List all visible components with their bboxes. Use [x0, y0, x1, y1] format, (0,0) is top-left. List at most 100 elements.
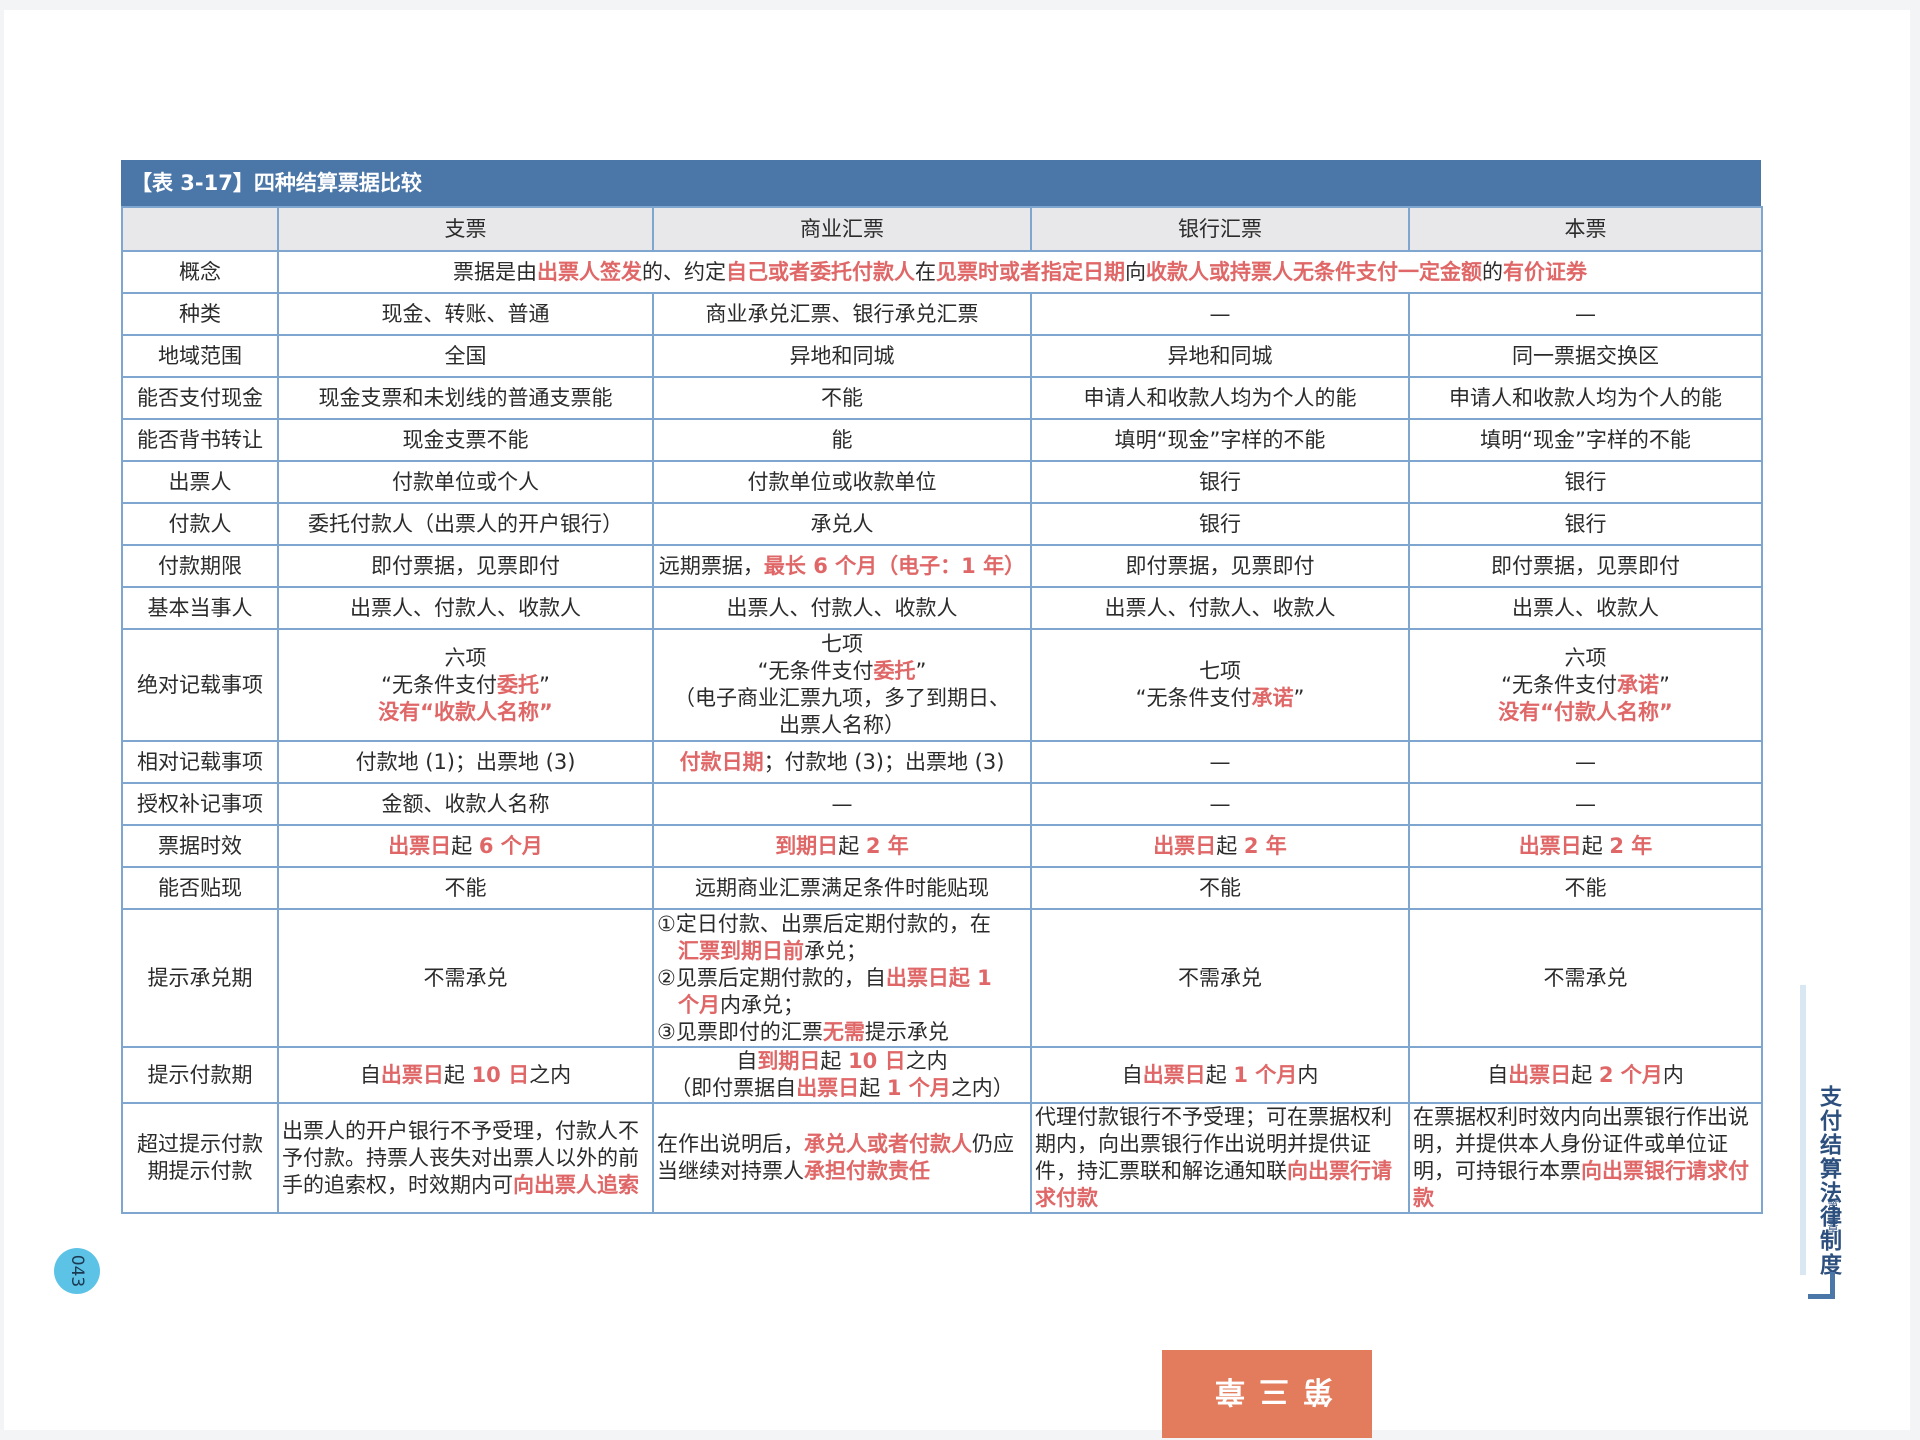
cell-commercial-draft: —	[652, 782, 1032, 826]
cell-text: 银行	[1564, 511, 1607, 536]
cell-text: 即付票据，见票即付	[1491, 553, 1680, 578]
cell-text: 申请人和收款人均为个人的能	[1449, 385, 1722, 410]
cell-bank-draft: 出票人、付款人、收款人	[1030, 586, 1410, 630]
cell-text: 在	[915, 259, 936, 284]
cell-text: 即付票据，见票即付	[371, 553, 560, 578]
highlight-text: 1 个月	[1233, 1062, 1298, 1087]
cell-commercial-draft: 在作出说明后，承兑人或者付款人仍应当继续对持票人承担付款责任	[652, 1102, 1032, 1214]
cell-text: 付款单位或收款单位	[747, 469, 937, 494]
row-label-concept: 概念	[121, 250, 279, 294]
highlight-text: 没有“收款人名称”	[378, 699, 553, 724]
cell-bank-draft: 银行	[1030, 460, 1410, 504]
highlight-text: 2 个月	[1598, 1062, 1663, 1087]
cell-commercial-draft: 异地和同城	[652, 334, 1032, 378]
cell-text: ”	[1293, 686, 1305, 710]
cell-text: 承兑人	[810, 511, 874, 536]
cell-bank-draft: —	[1030, 740, 1410, 784]
cell-text: 之内）	[950, 1076, 1014, 1100]
cell-commercial-draft: 不能	[652, 376, 1032, 420]
table-row: 付款人 委托付款人（出票人的开户银行） 承兑人 银行 银行	[121, 502, 1763, 546]
cell-cheque: 付款单位或个人	[277, 460, 654, 504]
cell-commercial-draft: 能	[652, 418, 1032, 462]
cell-bank-draft: 七项 “无条件支付承诺”	[1030, 628, 1410, 742]
cell-text	[657, 939, 678, 963]
cell-text: ”	[1659, 672, 1670, 697]
cell-promissory-note: 在票据权利时效内向出票银行作出说明，并提供本人身份证件或单位证明，可持银行本票向…	[1408, 1102, 1763, 1214]
highlight-text: 向出票人追索	[513, 1172, 639, 1197]
highlight-text: 付款日期	[679, 749, 764, 774]
table-row: 种类 现金、转账、普通 商业承兑汇票、银行承兑汇票 — —	[121, 292, 1763, 336]
page: 【表 3-17】四种结算票据比较 支票 商业汇票 银行汇票 本票 概念 票据是由…	[4, 10, 1910, 1438]
cell-text: （即付票据自	[670, 1076, 797, 1100]
header-cell-commercial-draft: 商业汇票	[652, 206, 1032, 252]
cell-text: “无条件支付	[1501, 672, 1617, 697]
row-label: 能否支付现金	[121, 376, 279, 420]
cell-text: 的、约定	[642, 259, 726, 284]
page-number: 043	[54, 1248, 100, 1294]
cell-text: 起	[443, 1062, 472, 1087]
cell-text: 不需承兑	[423, 965, 508, 990]
highlight-text: 出票日起 1	[885, 965, 992, 990]
cell-promissory-note: 填明“现金”字样的不能	[1408, 418, 1763, 462]
table-row: 超过提示付款 期提示付款 出票人的开户银行不予受理，付款人不予付款。持票人丧失对出票…	[121, 1102, 1763, 1214]
cell-cheque: 出票人、付款人、收款人	[277, 586, 654, 630]
row-label: 能否背书转让	[121, 418, 279, 462]
highlight-text: 出票日	[1518, 833, 1582, 858]
row-label: 相对记载事项	[121, 740, 279, 784]
row-label: 出票人	[121, 460, 279, 504]
cell-text: 不能	[1564, 875, 1607, 900]
cell-text: 远期商业汇票满足条件时能贴现	[695, 875, 989, 900]
corner-bracket-icon	[1808, 1272, 1835, 1299]
cell-text: 之内	[905, 1049, 948, 1073]
cell-promissory-note: 银行	[1408, 460, 1763, 504]
cell-text: —	[1575, 791, 1596, 816]
row-label: 票据时效	[121, 824, 279, 868]
cell-text: ③见票即付的汇票	[657, 1019, 823, 1044]
table-row: 票据时效 出票日起 6 个月 到期日起 2 年出票日起 2 年出票日起 2 年	[121, 824, 1763, 868]
table-row: 付款期限 即付票据，见票即付 远期票据，最长 6 个月（电子：1 年） 即付票据，见票…	[121, 544, 1763, 588]
highlight-text: 出票日	[1142, 1062, 1206, 1087]
cell-text: 自	[1121, 1062, 1143, 1087]
cell-text: 现金支票和未划线的普通支票能	[318, 385, 613, 410]
cell-text: —	[1209, 791, 1231, 816]
table-row: 地域范围 全国 异地和同城 异地和同城 同一票据交换区	[121, 334, 1763, 378]
cell-text: 现金支票不能	[402, 427, 529, 452]
side-chapter-subtitle: 第三章	[1826, 1200, 1839, 1233]
highlight-text: 汇票到期日前	[678, 938, 804, 963]
cell-text: 委托付款人（出票人的开户银行）	[308, 511, 623, 536]
table-title: 【表 3-17】四种结算票据比较	[121, 160, 1761, 206]
cell-text: “无条件支付	[1135, 686, 1252, 710]
cell-text: —	[831, 791, 853, 816]
cell-text: —	[1575, 301, 1596, 326]
cell-text: 申请人和收款人均为个人的能	[1083, 385, 1357, 410]
highlight-text: 出票日	[1508, 1062, 1572, 1087]
cell-text: 内	[1662, 1062, 1684, 1087]
chapter-tab[interactable]: 第三章	[1162, 1350, 1372, 1438]
cell-text: 起	[1581, 833, 1610, 858]
cell-text	[657, 993, 678, 1017]
cell-text: 出票人名称）	[779, 713, 905, 737]
cell-text: 出票人、付款人、收款人	[350, 595, 581, 620]
cell-text: 自	[736, 1049, 758, 1073]
highlight-text: 委托	[497, 672, 539, 697]
cell-cheque: 不需承兑	[277, 908, 654, 1048]
highlight-text: 委托	[873, 659, 916, 683]
highlight-text: 承诺	[1617, 672, 1659, 697]
cell-promissory-note: 银行	[1408, 502, 1763, 546]
cell-text: 不需承兑	[1178, 965, 1262, 990]
highlight-text: 出票日	[796, 1076, 860, 1100]
cell-text: —	[1209, 301, 1231, 326]
cell-bank-draft: 自出票日起 1 个月内	[1030, 1046, 1410, 1104]
cell-text: —	[1209, 749, 1231, 774]
cell-text: 承兑；	[804, 938, 867, 963]
cell-bank-draft: 申请人和收款人均为个人的能	[1030, 376, 1410, 420]
cell-promissory-note: 六项 “无条件支付承诺” 没有“付款人名称”	[1408, 628, 1763, 742]
header-cell-blank	[121, 206, 279, 252]
header-row: 支票 商业汇票 银行汇票 本票	[121, 206, 1763, 252]
cell-text: ①定日付款、出票后定期付款的，在	[657, 911, 991, 936]
cell-text: 向	[1125, 259, 1146, 284]
cell-text: ②见票后定期付款的，自	[657, 965, 886, 990]
table-row: 基本当事人 出票人、付款人、收款人 出票人、付款人、收款人 出票人、付款人、收款人 出票…	[121, 586, 1763, 630]
cell-promissory-note: 出票日起 2 年	[1408, 824, 1763, 868]
table-row: 能否贴现 不能 远期商业汇票满足条件时能贴现 不能 不能	[121, 866, 1763, 910]
